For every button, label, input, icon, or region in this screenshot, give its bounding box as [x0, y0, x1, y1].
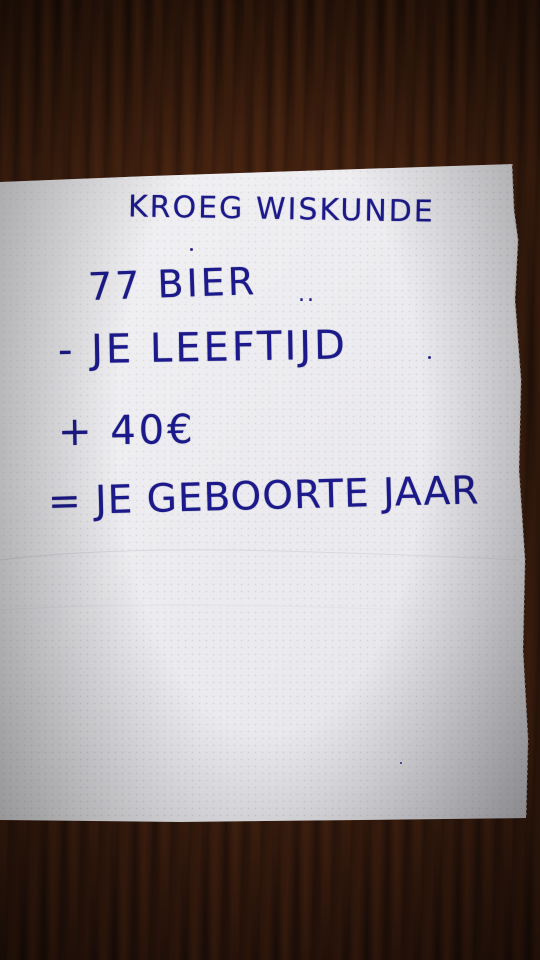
paper-napkin: KROEG WISKUNDE 77 BIER .. - JE LEEFTIJD …: [0, 0, 540, 960]
napkin-line-euro: + 40€: [57, 406, 196, 456]
ink-speck: [190, 248, 193, 251]
photo-scene: KROEG WISKUNDE 77 BIER .. - JE LEEFTIJD …: [0, 0, 540, 960]
napkin-line-beer: 77 BIER: [87, 259, 258, 309]
napkin-dots: ..: [298, 282, 316, 307]
ink-speck: [428, 356, 431, 359]
ink-speck: [400, 762, 402, 764]
napkin-line-age: - JE LEEFTIJD: [57, 322, 349, 374]
napkin-title: KROEG WISKUNDE: [127, 189, 436, 230]
